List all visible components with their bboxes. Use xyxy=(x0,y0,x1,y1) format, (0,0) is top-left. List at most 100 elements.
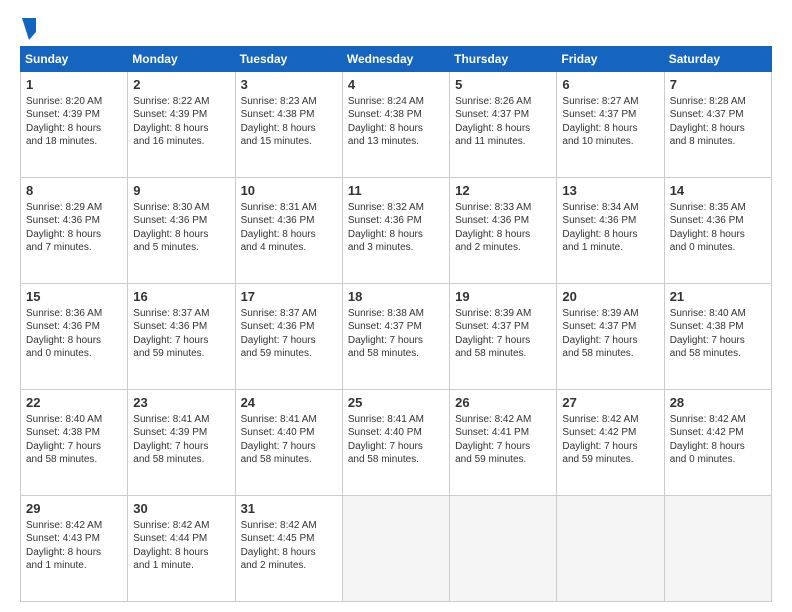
day-number: 18 xyxy=(348,288,444,306)
day-cell xyxy=(557,496,664,602)
weekday-tuesday: Tuesday xyxy=(235,47,342,72)
day-info: Sunrise: 8:20 AMSunset: 4:39 PMDaylight:… xyxy=(26,96,102,148)
day-cell: 30 Sunrise: 8:42 AMSunset: 4:44 PMDayligh… xyxy=(128,496,235,602)
day-info: Sunrise: 8:33 AMSunset: 4:36 PMDaylight:… xyxy=(455,202,531,254)
week-row-1: 1 Sunrise: 8:20 AMSunset: 4:39 PMDaylight… xyxy=(21,72,772,178)
weekday-monday: Monday xyxy=(128,47,235,72)
day-info: Sunrise: 8:37 AMSunset: 4:36 PMDaylight:… xyxy=(241,308,317,360)
day-number: 7 xyxy=(670,76,766,94)
day-info: Sunrise: 8:41 AMSunset: 4:40 PMDaylight:… xyxy=(241,414,317,466)
day-cell xyxy=(664,496,771,602)
day-cell: 7Sunrise: 8:28 AMSunset: 4:37 PMDaylight… xyxy=(664,72,771,178)
day-info: Sunrise: 8:32 AMSunset: 4:36 PMDaylight:… xyxy=(348,202,424,254)
day-info: Sunrise: 8:42 AMSunset: 4:45 PMDaylight:… xyxy=(241,520,317,572)
page: SundayMondayTuesdayWednesdayThursdayFrid… xyxy=(0,0,792,612)
day-info: Sunrise: 8:31 AMSunset: 4:36 PMDaylight:… xyxy=(241,202,317,254)
day-cell: 8 Sunrise: 8:29 AMSunset: 4:36 PMDaylight… xyxy=(21,178,128,284)
day-cell: 16 Sunrise: 8:37 AMSunset: 4:36 PMDayligh… xyxy=(128,284,235,390)
day-info: Sunrise: 8:40 AMSunset: 4:38 PMDaylight:… xyxy=(670,308,746,360)
day-number: 3 xyxy=(241,76,337,94)
day-info: Sunrise: 8:42 AMSunset: 4:42 PMDaylight:… xyxy=(670,414,746,466)
day-number: 21 xyxy=(670,288,766,306)
day-cell: 14Sunrise: 8:35 AMSunset: 4:36 PMDayligh… xyxy=(664,178,771,284)
weekday-saturday: Saturday xyxy=(664,47,771,72)
day-number: 30 xyxy=(133,500,229,518)
day-number: 13 xyxy=(562,182,658,200)
day-info: Sunrise: 8:36 AMSunset: 4:36 PMDaylight:… xyxy=(26,308,102,360)
day-cell: 1 Sunrise: 8:20 AMSunset: 4:39 PMDaylight… xyxy=(21,72,128,178)
header xyxy=(20,16,772,42)
logo xyxy=(20,20,36,42)
day-cell: 28Sunrise: 8:42 AMSunset: 4:42 PMDayligh… xyxy=(664,390,771,496)
day-number: 4 xyxy=(348,76,444,94)
week-row-2: 8 Sunrise: 8:29 AMSunset: 4:36 PMDaylight… xyxy=(21,178,772,284)
day-number: 1 xyxy=(26,76,122,94)
day-number: 23 xyxy=(133,394,229,412)
day-number: 16 xyxy=(133,288,229,306)
day-number: 29 xyxy=(26,500,122,518)
day-number: 20 xyxy=(562,288,658,306)
day-number: 8 xyxy=(26,182,122,200)
day-cell: 3 Sunrise: 8:23 AMSunset: 4:38 PMDaylight… xyxy=(235,72,342,178)
day-cell: 15 Sunrise: 8:36 AMSunset: 4:36 PMDayligh… xyxy=(21,284,128,390)
day-number: 26 xyxy=(455,394,551,412)
day-cell: 18 Sunrise: 8:38 AMSunset: 4:37 PMDayligh… xyxy=(342,284,449,390)
weekday-sunday: Sunday xyxy=(21,47,128,72)
day-info: Sunrise: 8:22 AMSunset: 4:39 PMDaylight:… xyxy=(133,96,209,148)
day-cell: 19 Sunrise: 8:39 AMSunset: 4:37 PMDayligh… xyxy=(450,284,557,390)
day-info: Sunrise: 8:37 AMSunset: 4:36 PMDaylight:… xyxy=(133,308,209,360)
week-row-3: 15 Sunrise: 8:36 AMSunset: 4:36 PMDayligh… xyxy=(21,284,772,390)
day-cell: 31 Sunrise: 8:42 AMSunset: 4:45 PMDayligh… xyxy=(235,496,342,602)
day-cell xyxy=(450,496,557,602)
day-info: Sunrise: 8:42 AMSunset: 4:44 PMDaylight:… xyxy=(133,520,209,572)
day-info: Sunrise: 8:35 AMSunset: 4:36 PMDaylight:… xyxy=(670,202,746,254)
day-number: 19 xyxy=(455,288,551,306)
day-number: 25 xyxy=(348,394,444,412)
weekday-friday: Friday xyxy=(557,47,664,72)
day-cell: 23 Sunrise: 8:41 AMSunset: 4:39 PMDayligh… xyxy=(128,390,235,496)
weekday-thursday: Thursday xyxy=(450,47,557,72)
day-number: 15 xyxy=(26,288,122,306)
day-info: Sunrise: 8:42 AMSunset: 4:41 PMDaylight:… xyxy=(455,414,531,466)
day-info: Sunrise: 8:38 AMSunset: 4:37 PMDaylight:… xyxy=(348,308,424,360)
day-number: 10 xyxy=(241,182,337,200)
day-info: Sunrise: 8:30 AMSunset: 4:36 PMDaylight:… xyxy=(133,202,209,254)
day-number: 24 xyxy=(241,394,337,412)
day-cell: 27 Sunrise: 8:42 AMSunset: 4:42 PMDayligh… xyxy=(557,390,664,496)
day-cell: 20Sunrise: 8:39 AMSunset: 4:37 PMDayligh… xyxy=(557,284,664,390)
week-row-4: 22 Sunrise: 8:40 AMSunset: 4:38 PMDayligh… xyxy=(21,390,772,496)
day-cell: 9Sunrise: 8:30 AMSunset: 4:36 PMDaylight… xyxy=(128,178,235,284)
day-info: Sunrise: 8:39 AMSunset: 4:37 PMDaylight:… xyxy=(455,308,531,360)
day-number: 27 xyxy=(562,394,658,412)
day-info: Sunrise: 8:23 AMSunset: 4:38 PMDaylight:… xyxy=(241,96,317,148)
day-info: Sunrise: 8:24 AMSunset: 4:38 PMDaylight:… xyxy=(348,96,424,148)
day-cell: 21 Sunrise: 8:40 AMSunset: 4:38 PMDayligh… xyxy=(664,284,771,390)
week-row-5: 29 Sunrise: 8:42 AMSunset: 4:43 PMDayligh… xyxy=(21,496,772,602)
day-cell: 2 Sunrise: 8:22 AMSunset: 4:39 PMDaylight… xyxy=(128,72,235,178)
day-info: Sunrise: 8:42 AMSunset: 4:42 PMDaylight:… xyxy=(562,414,638,466)
day-number: 31 xyxy=(241,500,337,518)
day-cell: 25 Sunrise: 8:41 AMSunset: 4:40 PMDayligh… xyxy=(342,390,449,496)
day-number: 17 xyxy=(241,288,337,306)
day-cell: 11Sunrise: 8:32 AMSunset: 4:36 PMDayligh… xyxy=(342,178,449,284)
day-cell xyxy=(342,496,449,602)
day-info: Sunrise: 8:29 AMSunset: 4:36 PMDaylight:… xyxy=(26,202,102,254)
day-cell: 17 Sunrise: 8:37 AMSunset: 4:36 PMDayligh… xyxy=(235,284,342,390)
day-cell: 12Sunrise: 8:33 AMSunset: 4:36 PMDayligh… xyxy=(450,178,557,284)
day-number: 22 xyxy=(26,394,122,412)
day-info: Sunrise: 8:40 AMSunset: 4:38 PMDaylight:… xyxy=(26,414,102,466)
weekday-header-row: SundayMondayTuesdayWednesdayThursdayFrid… xyxy=(21,47,772,72)
day-number: 2 xyxy=(133,76,229,94)
day-cell: 5Sunrise: 8:26 AMSunset: 4:37 PMDaylight… xyxy=(450,72,557,178)
day-info: Sunrise: 8:42 AMSunset: 4:43 PMDaylight:… xyxy=(26,520,102,572)
day-info: Sunrise: 8:27 AMSunset: 4:37 PMDaylight:… xyxy=(562,96,638,148)
day-cell: 4 Sunrise: 8:24 AMSunset: 4:38 PMDaylight… xyxy=(342,72,449,178)
day-info: Sunrise: 8:41 AMSunset: 4:40 PMDaylight:… xyxy=(348,414,424,466)
day-number: 6 xyxy=(562,76,658,94)
logo-icon xyxy=(22,18,36,40)
day-cell: 26 Sunrise: 8:42 AMSunset: 4:41 PMDayligh… xyxy=(450,390,557,496)
calendar-table: SundayMondayTuesdayWednesdayThursdayFrid… xyxy=(20,46,772,602)
day-info: Sunrise: 8:34 AMSunset: 4:36 PMDaylight:… xyxy=(562,202,638,254)
day-info: Sunrise: 8:41 AMSunset: 4:39 PMDaylight:… xyxy=(133,414,209,466)
day-cell: 22 Sunrise: 8:40 AMSunset: 4:38 PMDayligh… xyxy=(21,390,128,496)
